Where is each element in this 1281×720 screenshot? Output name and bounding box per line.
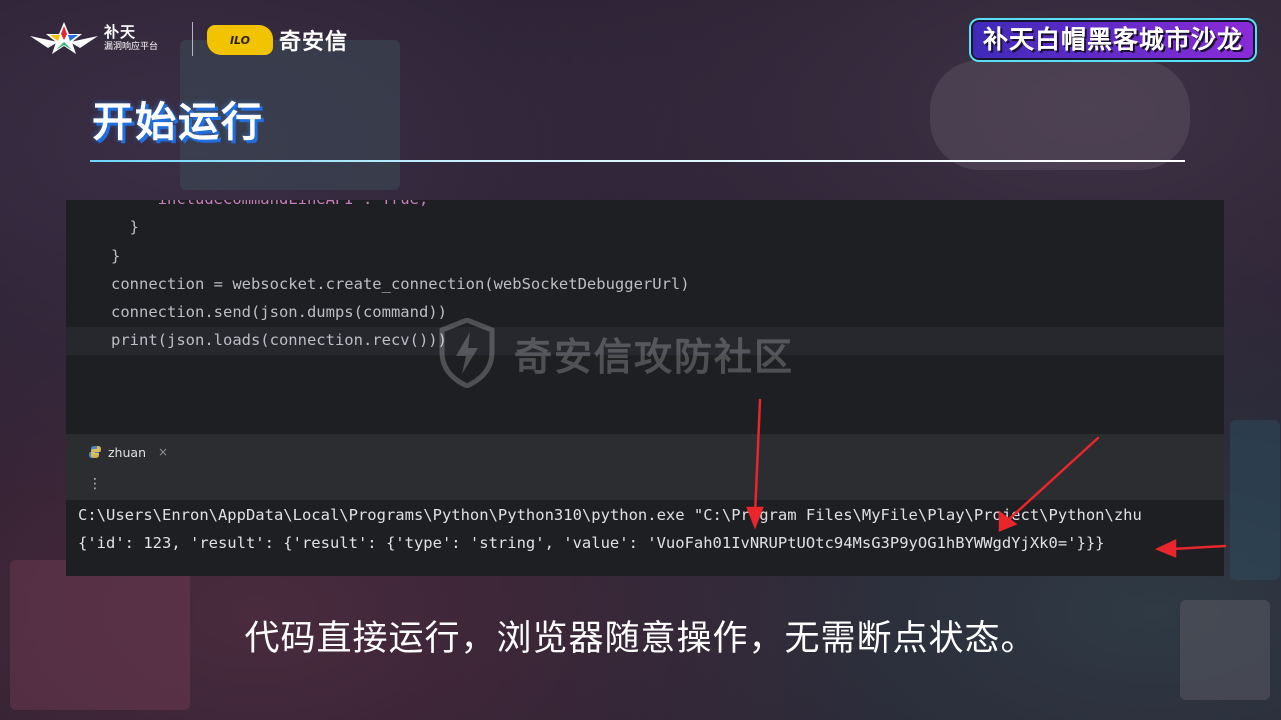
event-banner: 补天白帽黑客城市沙龙 [973,22,1253,58]
logo-divider [192,22,193,56]
title-underline [90,160,1185,162]
run-tab-label: zhuan [108,444,146,460]
butian-star-icon [30,22,98,54]
close-icon[interactable]: × [158,445,168,459]
shield-icon [439,318,495,388]
run-toolbar: ⋮ [66,470,1224,500]
run-console: C:\Users\Enron\AppData\Local\Programs\Py… [66,500,1224,576]
console-line: C:\Users\Enron\AppData\Local\Programs\Py… [78,506,1142,524]
editor-bottom-gap [66,410,1224,435]
code-line: connection.send(json.dumps(command)) [111,303,447,321]
butian-subtitle: 漏洞响应平台 [104,41,159,52]
butian-logo: 补天 漏洞响应平台 [28,18,183,58]
slide-header: 补天 漏洞响应平台 ILO 奇安信 补天白帽黑客城市沙龙 [0,0,1281,80]
run-tool-window-tabs: zhuan × [66,434,1224,472]
code-line: connection = websocket.create_connection… [111,275,690,293]
butian-name: 补天 [104,22,137,41]
more-options-icon[interactable]: ⋮ [88,476,102,492]
ide-screenshot: "includeCommandLineAPI": True, } } conne… [66,200,1224,576]
qianxin-name: 奇安信 [279,30,349,55]
run-tab-zhuan[interactable]: zhuan × [88,434,175,472]
code-line: print(json.loads(connection.recv())) [111,331,447,349]
watermark: 奇安信攻防社区 [438,318,794,388]
python-icon [89,446,101,458]
console-line: {'id': 123, 'result': {'result': {'type'… [78,534,1105,552]
slide-caption: 代码直接运行，浏览器随意操作，无需断点状态。 [244,619,1037,659]
code-line: } [111,218,139,236]
code-line: } [111,247,121,265]
qianxin-logo: ILO 奇安信 [207,24,348,56]
watermark-text: 奇安信攻防社区 [514,334,795,379]
code-line: "includeCommandLineAPI": True, [111,200,428,208]
qianxin-badge: ILO [207,25,273,55]
bg-screen-shape [1230,420,1280,580]
code-editor: "includeCommandLineAPI": True, } } conne… [66,200,1224,410]
slide-title: 开始运行 [92,98,264,146]
